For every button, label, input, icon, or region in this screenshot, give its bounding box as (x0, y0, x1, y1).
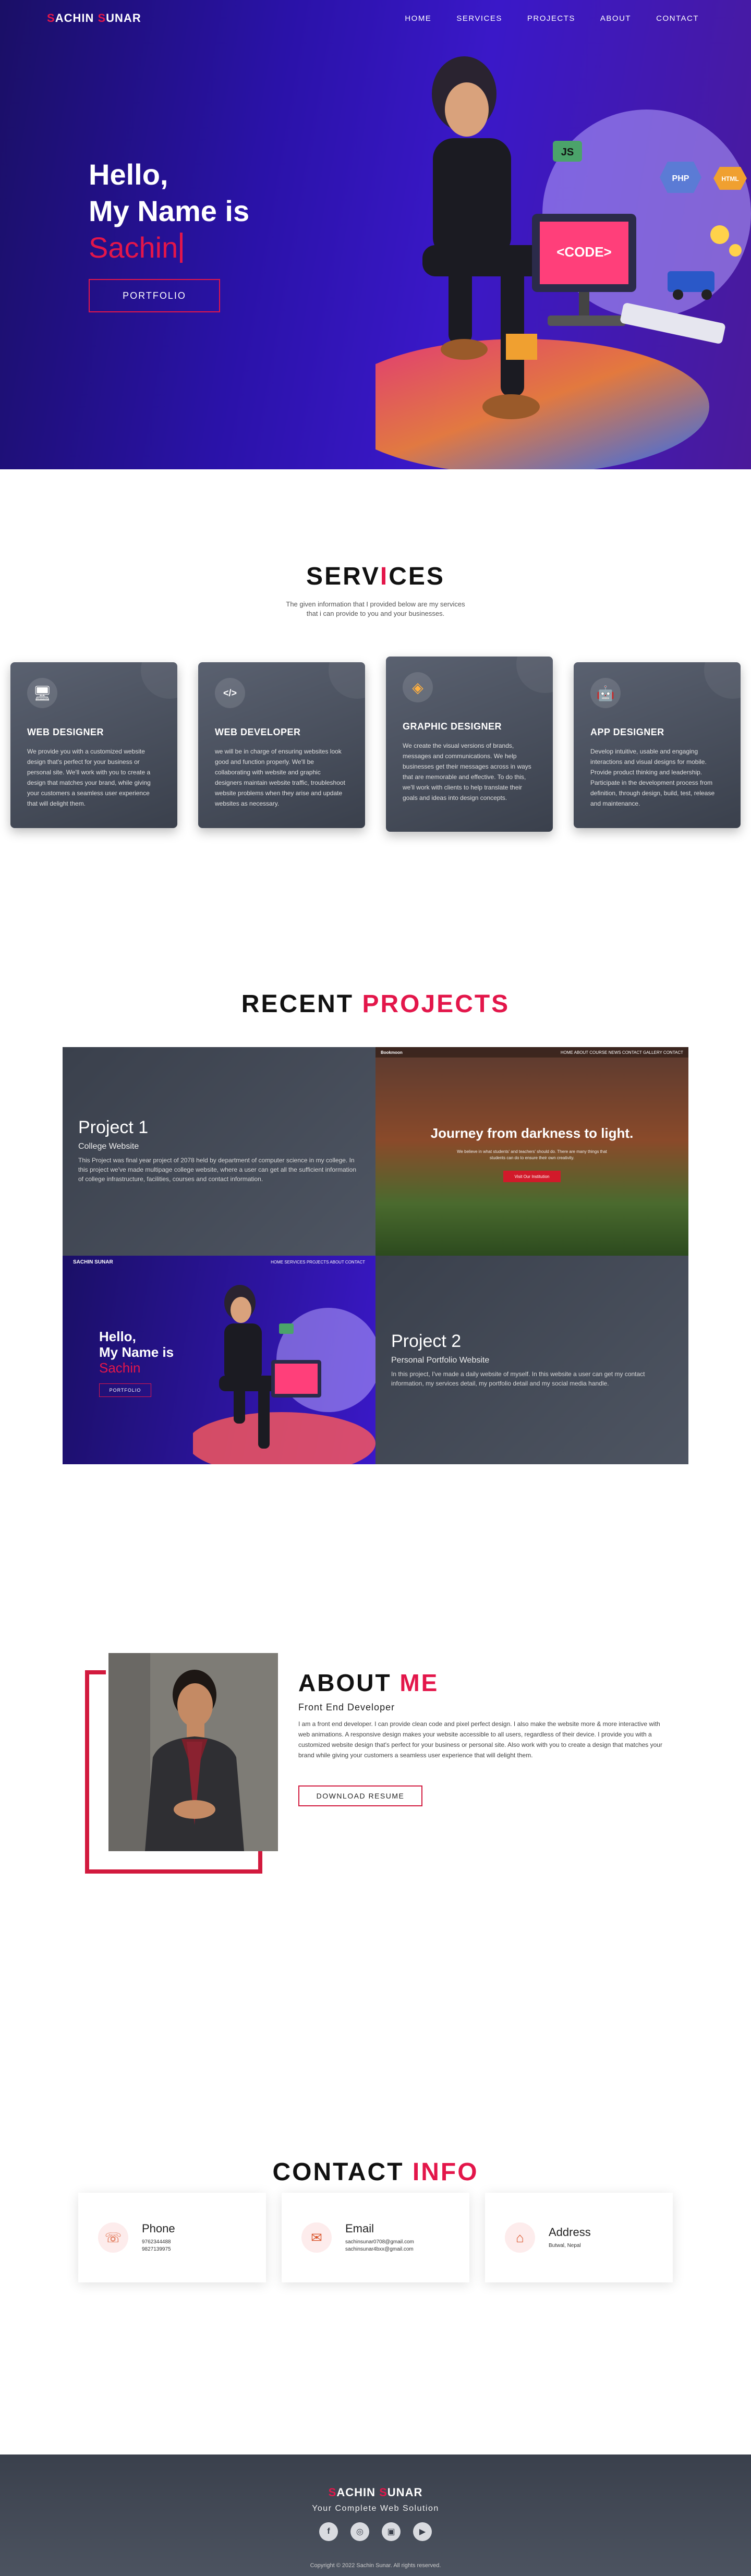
site-footer: SACHIN SUNAR Your Complete Web Solution … (0, 2455, 751, 2576)
portfolio-button[interactable]: PORTFOLIO (89, 279, 220, 312)
service-description: We provide you with a customized website… (27, 748, 151, 807)
screenshot-button: Visit Our Institution (503, 1171, 561, 1182)
project-description: In this project, I've made a daily websi… (391, 1370, 645, 1387)
projects-grid: Project 1 College Website This Project w… (63, 1047, 688, 1464)
service-card-app-designer[interactable]: 🤖 APP DESIGNER Develop intuitive, usable… (574, 662, 741, 828)
contact-value: 9762344488 (142, 2239, 171, 2245)
linkedin-icon[interactable]: ▣ (382, 2522, 401, 2541)
hero-line-2: My Name is (89, 195, 250, 227)
service-card-web-designer[interactable]: 🖥 WEB DESIGNER We provide you with a cus… (10, 662, 177, 828)
service-title: WEB DEVELOPER (215, 727, 301, 737)
project-2-info[interactable]: Project 2 Personal Portfolio Website In … (376, 1256, 688, 1464)
top-navbar: SACHIN SUNAR HOME SERVICES PROJECTS ABOU… (0, 0, 751, 37)
services-subtitle: The given information that I provided be… (286, 600, 465, 617)
phone-icon: ☏ (98, 2222, 128, 2253)
screenshot-button: PORTFOLIO (99, 1383, 151, 1397)
contact-title: CONTACT INFO (272, 2158, 479, 2186)
contact-value: sachinsunar0708@gmail.com (345, 2239, 414, 2245)
android-icon: 🤖 (590, 678, 621, 708)
typing-cursor (180, 233, 183, 263)
hero-illustration: <CODE> JS PHP HTML (376, 56, 751, 469)
location-pin-icon: ⌂ (505, 2222, 535, 2253)
project-name: Project 1 (78, 1117, 149, 1137)
screenshot-headline: Journey from darkness to light. (430, 1125, 634, 1141)
screenshot-greeting: Hello, My Name is Sachin (99, 1329, 174, 1376)
screenshot-navbar: SACHIN SUNAR HOME SERVICES PROJECTS ABOU… (73, 1259, 365, 1265)
facebook-icon[interactable]: f (319, 2522, 338, 2541)
contact-label: Phone (142, 2222, 175, 2235)
service-description: We create the visual versions of brands,… (403, 742, 531, 801)
nav-link-home[interactable]: HOME (405, 14, 431, 23)
services-cards: 🖥 WEB DESIGNER We provide you with a cus… (10, 657, 741, 837)
mail-icon: ✉ (301, 2222, 332, 2253)
contact-value: sachinsunar4bxx@gmail.com (345, 2246, 414, 2252)
hero-section: Hello, My Name is Sachin PORTFOLIO <CODE… (0, 0, 751, 469)
project-description: This Project was final year project of 2… (78, 1157, 357, 1183)
profile-photo (108, 1653, 278, 1851)
footer-tagline: Your Complete Web Solution (312, 2504, 439, 2513)
nav-link-about[interactable]: ABOUT (600, 14, 631, 23)
hero-name: Sachin (89, 231, 178, 264)
service-description: Develop intuitive, usable and engaging i… (590, 748, 715, 807)
service-card-graphic-designer[interactable]: ◈ GRAPHIC DESIGNER We create the visual … (386, 657, 553, 832)
project-1-info[interactable]: Project 1 College Website This Project w… (63, 1047, 376, 1256)
contact-label: Address (549, 2226, 591, 2239)
svg-text:JS: JS (561, 147, 574, 158)
service-title: GRAPHIC DESIGNER (403, 721, 502, 732)
about-frame-top (85, 1670, 106, 1674)
services-title: SERVICES (306, 563, 445, 590)
service-title: APP DESIGNER (590, 727, 664, 737)
copyright-text: Copyright © 2022 Sachin Sunar. All right… (310, 2562, 441, 2569)
about-role: Front End Developer (298, 1702, 395, 1712)
contact-card-address[interactable]: ⌂ Address Butwal, Nepal (485, 2193, 673, 2282)
nav-link-projects[interactable]: PROJECTS (527, 14, 575, 23)
screenshot-subtext: We believe in what students' and teacher… (457, 1149, 607, 1160)
hero-line-1: Hello, (89, 158, 168, 191)
youtube-icon[interactable]: ▶ (413, 2522, 432, 2541)
svg-text:PHP: PHP (672, 174, 689, 183)
screenshot-navbar: Bookmoon HOME ABOUT COURSE NEWS CONTACT … (376, 1047, 688, 1058)
contact-value: Butwal, Nepal (549, 2243, 581, 2249)
project-type: College Website (78, 1142, 139, 1151)
about-title: ABOUT ME (298, 1669, 439, 1696)
site-logo[interactable]: SACHIN SUNAR (47, 11, 141, 25)
projects-title: RECENT PROJECTS (241, 990, 510, 1018)
about-frame-bottom (85, 1869, 262, 1874)
about-description: I am a front end developer. I can provid… (298, 1720, 662, 1759)
contact-card-phone[interactable]: ☏ Phone 9762344488 9827139975 (78, 2193, 266, 2282)
contact-label: Email (345, 2222, 374, 2235)
hero-typed-name: Sachin (89, 229, 249, 266)
contact-value: 9827139975 (142, 2246, 171, 2252)
project-2-screenshot[interactable]: SACHIN SUNAR HOME SERVICES PROJECTS ABOU… (63, 1256, 376, 1464)
contact-card-email[interactable]: ✉ Email sachinsunar0708@gmail.com sachin… (282, 2193, 469, 2282)
project-type: Personal Portfolio Website (391, 1356, 490, 1365)
hero-greeting: Hello, My Name is Sachin (89, 156, 249, 266)
service-description: we will be in charge of ensuring website… (215, 748, 345, 807)
svg-text:<CODE>: <CODE> (556, 244, 612, 260)
design-tool-icon: ◈ (403, 672, 433, 702)
project-1-screenshot[interactable]: Bookmoon HOME ABOUT COURSE NEWS CONTACT … (376, 1047, 688, 1256)
screenshot-illustration (193, 1285, 376, 1464)
about-frame-left (85, 1670, 89, 1874)
project-name: Project 2 (391, 1331, 462, 1351)
nav-link-services[interactable]: SERVICES (456, 14, 502, 23)
service-card-web-developer[interactable]: </> WEB DEVELOPER we will be in charge o… (198, 662, 365, 828)
nav-links: HOME SERVICES PROJECTS ABOUT CONTACT (405, 14, 699, 23)
footer-logo[interactable]: SACHIN SUNAR (0, 2486, 751, 2499)
download-resume-button[interactable]: DOWNLOAD RESUME (298, 1785, 422, 1806)
svg-text:HTML: HTML (721, 175, 738, 183)
service-title: WEB DESIGNER (27, 727, 104, 737)
code-icon: </> (215, 678, 245, 708)
instagram-icon[interactable]: ◎ (350, 2522, 369, 2541)
social-links: f ◎ ▣ ▶ (0, 2522, 751, 2541)
nav-link-contact[interactable]: CONTACT (656, 14, 699, 23)
about-frame-right (258, 1851, 262, 1874)
monitor-icon: 🖥 (27, 678, 57, 708)
